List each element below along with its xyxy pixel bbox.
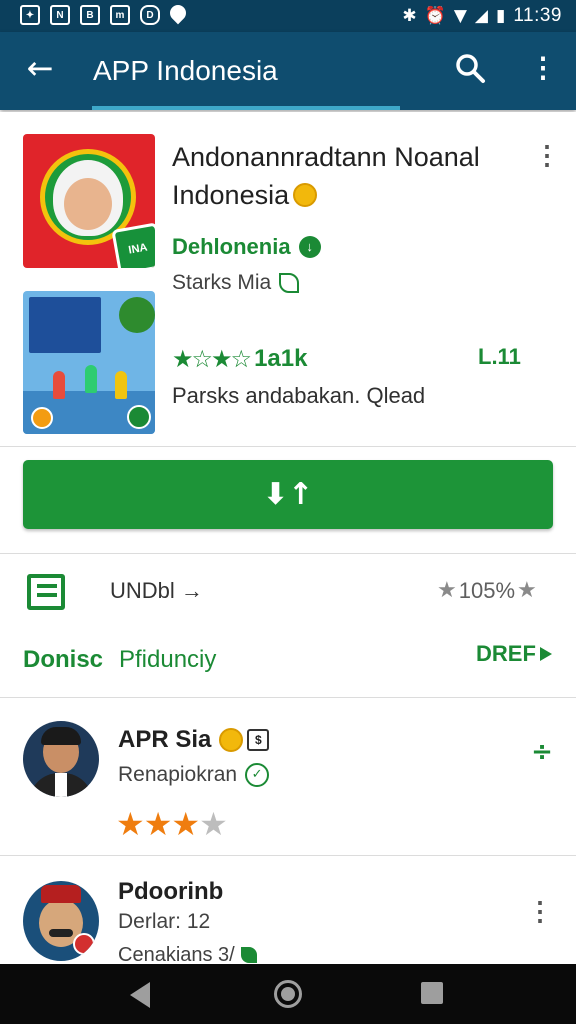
avatar-hair [41,727,81,745]
app-screenshot[interactable] [23,291,155,434]
reviewer-subtitle: Derlar: 12 [118,910,211,933]
battery-icon: ▮ [496,6,506,26]
percent-value: 105% [458,578,516,603]
developer-link[interactable]: Dehlonenia ↓ [172,232,321,262]
wifi-icon: ▼ [453,6,467,26]
reviewer-name: Pdoorinb [118,878,224,905]
play-arrow-icon [539,647,552,661]
app-icon-badge: INA [111,222,155,268]
reviewer-name: APR Sia $ [118,724,270,756]
app-icon[interactable]: INA [23,134,155,268]
screenshot-figure [85,365,97,393]
avatar-shirt [55,773,67,797]
avatar[interactable] [23,721,99,797]
star-icon: ★ [517,578,537,603]
stars-filled: ★★★ [116,805,200,843]
download-icon: ⬇︎↑ [262,477,314,512]
screenshot-button-icon [31,407,53,429]
divide-icon[interactable]: ÷ [526,736,558,768]
screenshot-button-icon [127,405,151,429]
divider [0,446,576,447]
more-link-label: DREF [476,641,536,666]
signal-icon: ◢ [474,6,488,26]
screenshot-figure [53,371,65,399]
app-name-text: Andonannradtann Noanal Indonesia [172,142,480,210]
edit-badge-icon: $ [247,729,270,751]
more-vert-icon[interactable]: ⋮ [524,50,562,88]
reviewer-subtitle-text: Renapiokran [118,763,238,786]
leaf-icon [279,273,300,293]
app-description: Parsks andabakan. Qlead [172,383,426,408]
star-icon: ★ [437,578,457,603]
document-icon [27,574,65,610]
screenshot-panel [29,297,101,353]
app-subtitle: Starks Mia [172,268,300,298]
check-circle-icon: ✓ [245,763,270,787]
pin-badge-icon [73,933,95,955]
more-link[interactable]: DREF [476,638,552,670]
section-label-text: UNDbl [110,578,175,603]
avatar[interactable] [23,881,99,961]
media-icon: D [140,5,160,25]
more-vert-icon[interactable]: ⋮ [526,896,554,930]
notification-icon: N [50,5,70,25]
search-icon[interactable] [452,50,490,88]
app-subtitle-text: Starks Mia [172,271,272,294]
rating-count: L.11 [478,344,521,369]
status-left-icons: ✦ N B m D [20,1,190,25]
arrow-right-icon: → [180,578,203,603]
percent-badge: ★ 105% ★ [437,576,537,606]
leaf-icon [240,947,257,963]
medal-icon [219,728,244,752]
section-label[interactable]: UNDbl → [110,576,203,606]
stars-empty: ★ [199,805,228,843]
screenshot-figure [115,371,127,399]
reviewer-name-text: APR Sia [118,726,212,753]
download-badge-icon: ↓ [298,236,321,258]
review-stars: ★★★★ [116,805,228,843]
screenshot-tree [119,297,155,333]
gallery-icon: m [110,5,130,25]
bluetooth-icon: ✱ [402,6,417,26]
navigation-bar [0,964,576,1024]
nav-recents-icon[interactable] [421,982,443,1004]
divider [0,697,576,698]
avatar-hat [41,885,81,903]
app-icon-face [64,178,112,230]
alarm-icon: ⏰ [424,6,446,26]
app-name: Andonannradtann Noanal Indonesia [172,138,522,214]
arrow-back-icon[interactable]: ← [20,48,60,88]
developer-name: Dehlonenia [172,234,291,259]
tab-donisc[interactable]: Donisc [23,644,103,676]
location-icon [166,1,190,25]
avatar-mustache [49,929,73,937]
page-title: APP Indonesia [93,55,278,86]
divider [0,553,576,554]
tab-pfidunciy[interactable]: Pfidunciy [119,644,216,676]
photo-icon: ✦ [20,5,40,25]
medal-icon [293,183,318,207]
rating-row: ★☆★☆ 1a1k [172,344,307,374]
status-bar: ✦ N B m D ✱ ⏰ ▼ ◢ ▮ 11:39 [0,0,576,32]
more-vert-icon[interactable]: ⋮ [532,140,562,174]
install-button[interactable]: ⬇︎↑ [23,460,553,529]
reviewer-subtitle: Renapiokran ✓ [118,760,270,790]
app-bar: ← APP Indonesia ⋮ [0,32,576,110]
rating-stars: ★☆★☆ [172,345,252,373]
tab-indicator [92,106,400,110]
status-right-icons: ✱ ⏰ ▼ ◢ ▮ 11:39 [402,4,562,28]
sim-icon: B [80,5,100,25]
rating-text: 1a1k [254,345,308,372]
nav-home-icon[interactable] [274,980,302,1008]
status-time: 11:39 [513,5,562,26]
nav-back-icon[interactable] [130,982,150,1008]
divider [0,855,576,856]
